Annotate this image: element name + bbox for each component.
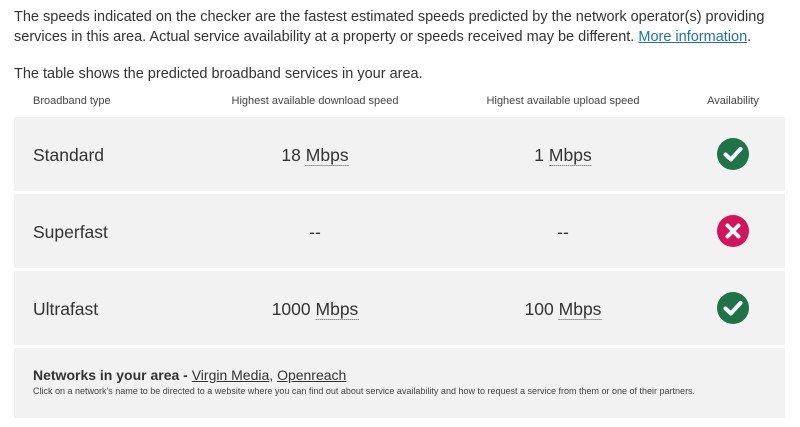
upload-speed-cell: 100 Mbps: [525, 298, 602, 320]
table-lead-text: The table shows the predicted broadband …: [14, 66, 423, 82]
network-link-openreach[interactable]: Openreach: [277, 367, 346, 383]
upload-speed-cell: 1 Mbps: [534, 144, 592, 166]
header-download-speed: Highest available download speed: [231, 95, 399, 107]
broadband-type-cell: Standard: [33, 145, 105, 165]
upload-speed-unit[interactable]: Mbps: [558, 299, 602, 320]
broadband-checker: The speeds indicated on the checker are …: [0, 0, 800, 427]
network-separator: ,: [269, 367, 278, 383]
table-row-superfast: Superfast -- --: [14, 194, 785, 268]
upload-speed-value: 100: [524, 299, 554, 319]
download-speed-cell: 1000 Mbps: [272, 298, 359, 320]
upload-speed-unit[interactable]: Mbps: [548, 145, 592, 166]
networks-title: Networks in your area -: [33, 367, 192, 383]
upload-speed-cell: --: [557, 222, 569, 242]
header-availability: Availability: [707, 95, 759, 107]
broadband-type-cell: Ultrafast: [33, 299, 99, 319]
more-information-link[interactable]: More information: [638, 29, 747, 45]
intro-period: .: [747, 29, 752, 45]
broadband-type-cell: Superfast: [33, 222, 108, 242]
check-circle-icon: [717, 292, 749, 324]
table-header: Broadband type Highest available downloa…: [14, 95, 785, 111]
networks-panel: Networks in your area - Virgin Media, Op…: [14, 348, 785, 418]
networks-help-text: Click on a network's name to be directed…: [33, 386, 696, 396]
download-speed-unit[interactable]: Mbps: [315, 299, 359, 320]
download-speed-value: 18: [281, 145, 301, 165]
table-row-standard: Standard 18 Mbps 1 Mbps: [14, 117, 785, 191]
header-broadband-type: Broadband type: [33, 95, 111, 107]
check-circle-icon: [717, 138, 749, 170]
network-link-virgin-media[interactable]: Virgin Media: [192, 367, 270, 383]
intro-paragraph: The speeds indicated on the checker are …: [14, 7, 790, 47]
download-speed-unit[interactable]: Mbps: [305, 145, 349, 166]
download-speed-cell: 18 Mbps: [281, 144, 349, 166]
cross-circle-icon: [717, 215, 749, 247]
download-speed-cell: --: [309, 222, 321, 242]
upload-speed-value: 1: [534, 145, 545, 165]
download-speed-value: 1000: [271, 299, 311, 319]
table-row-ultrafast: Ultrafast 1000 Mbps 100 Mbps: [14, 271, 785, 345]
header-upload-speed: Highest available upload speed: [486, 95, 640, 107]
networks-heading: Networks in your area - Virgin Media, Op…: [33, 367, 346, 383]
